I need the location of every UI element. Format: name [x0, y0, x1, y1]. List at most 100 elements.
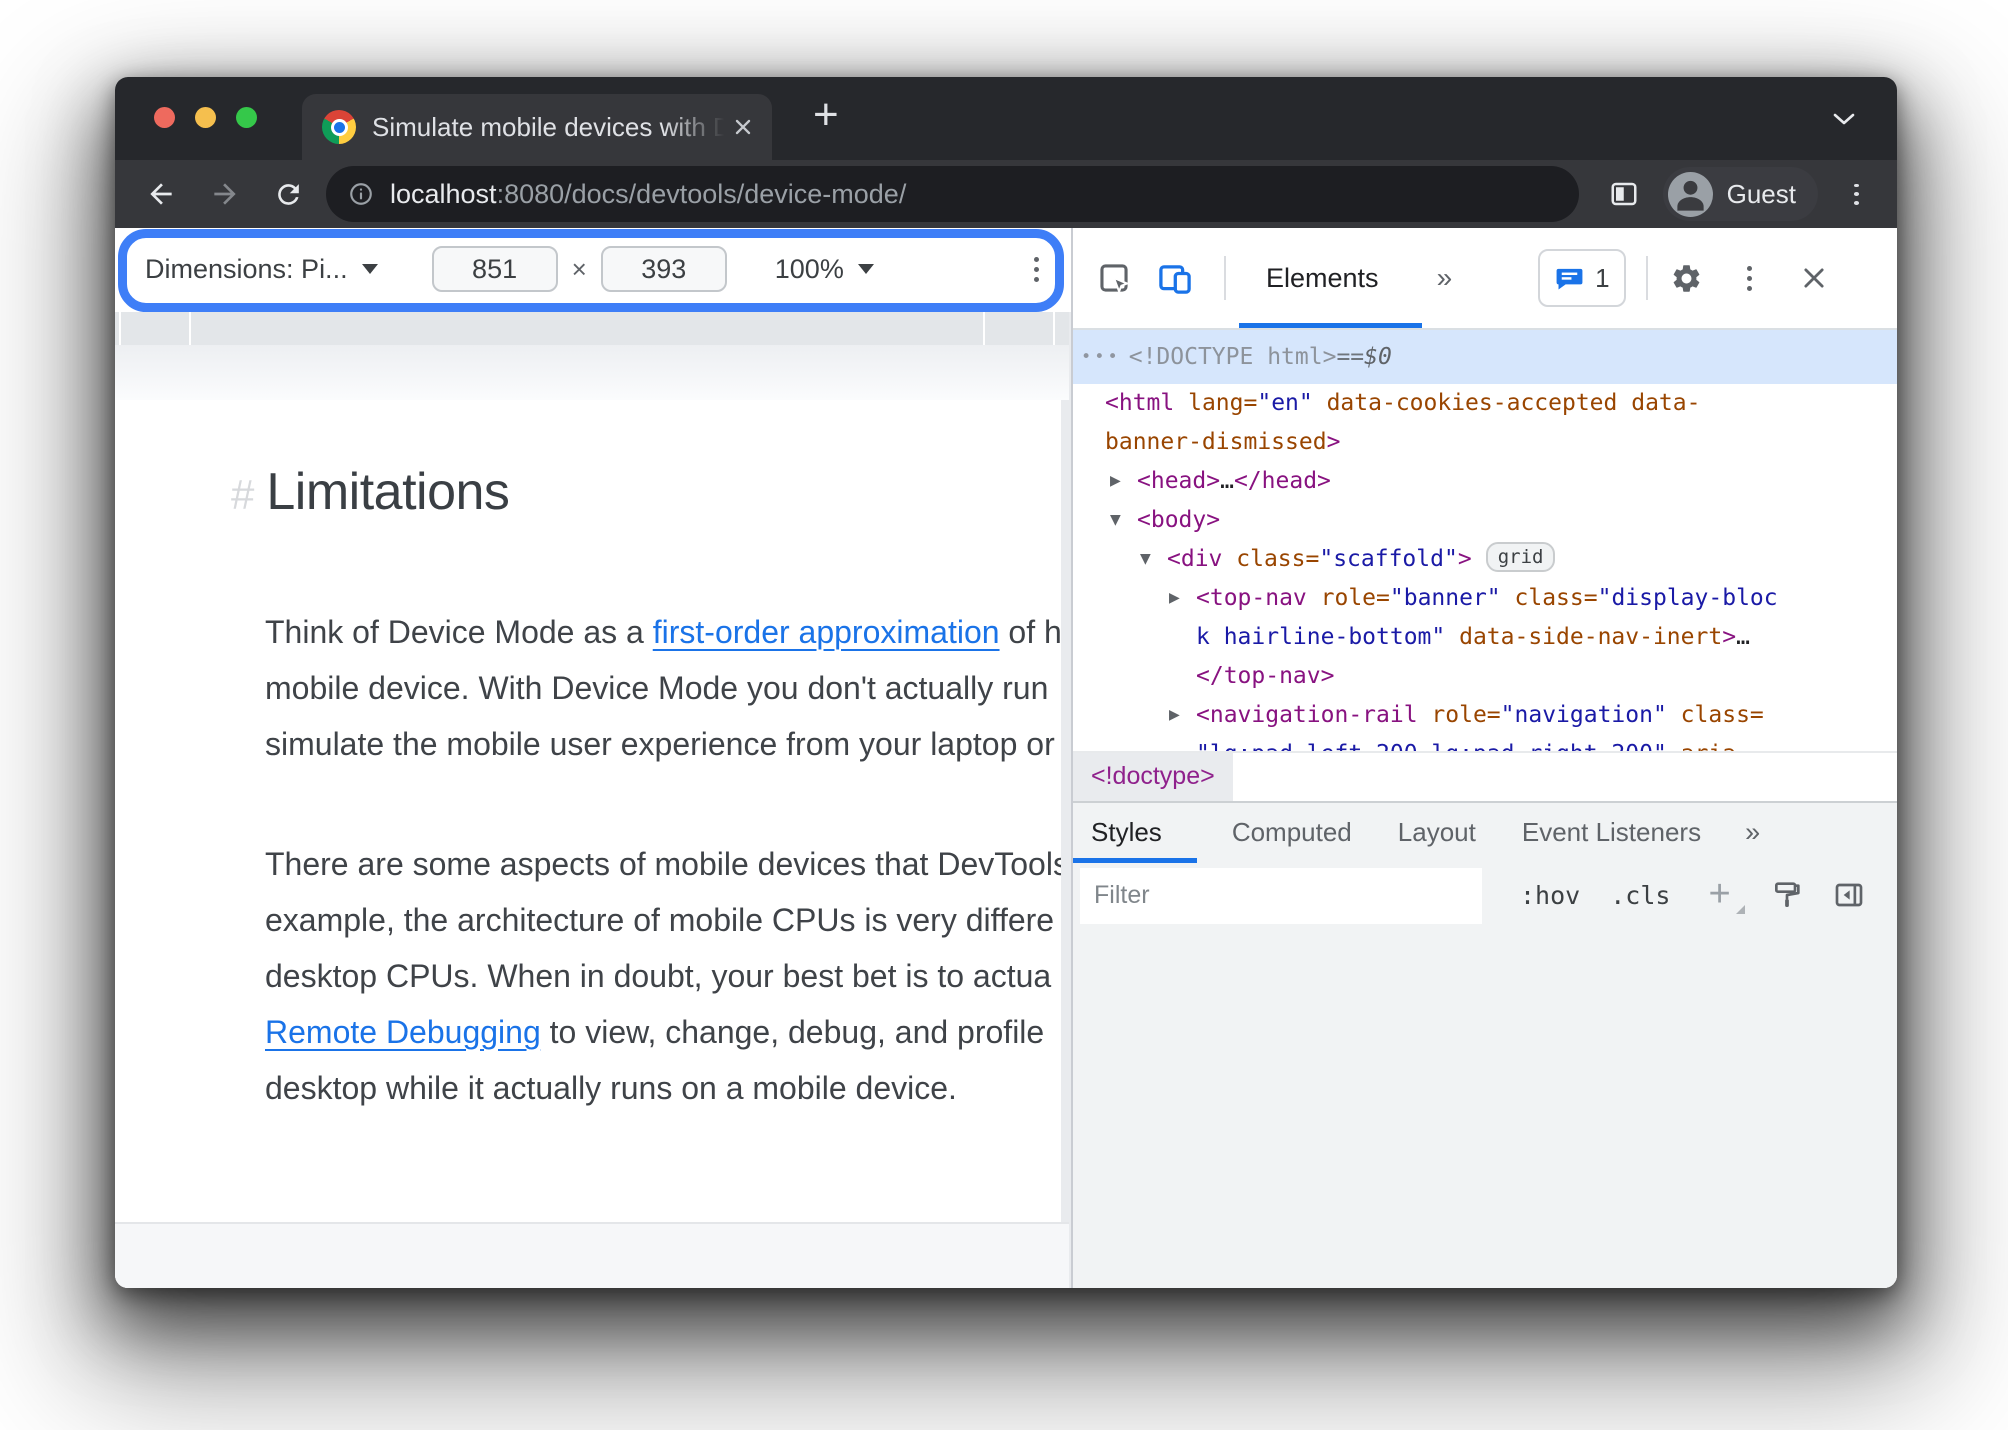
paragraph-line: desktop while it actually runs on a mobi… — [265, 1070, 957, 1106]
reload-icon[interactable] — [273, 179, 304, 210]
back-icon[interactable] — [145, 178, 177, 210]
zoom-dropdown[interactable]: 100% — [775, 254, 844, 285]
dimensions-dropdown[interactable]: Dimensions: Pi... — [145, 254, 348, 285]
new-tab-button[interactable]: + — [813, 93, 839, 137]
device-toolbar-menu-icon[interactable] — [1034, 256, 1039, 282]
breadcrumb-item[interactable]: <!doctype> — [1073, 752, 1233, 801]
page-title: Limitations — [266, 463, 510, 521]
device-toolbar-toggle-icon[interactable] — [1157, 260, 1193, 296]
avatar — [1667, 171, 1713, 217]
breadcrumb: <!doctype> — [1073, 750, 1897, 801]
device-ruler — [115, 312, 1069, 345]
grid-badge[interactable]: grid — [1485, 542, 1556, 572]
paragraph-line: There are some aspects of mobile devices… — [265, 846, 1061, 882]
dom-tree-line[interactable]: ▶ <top-nav role="banner" class="display-b… — [1073, 579, 1897, 618]
zoom-caret-icon[interactable] — [857, 264, 874, 274]
tab-event-listeners[interactable]: Event Listeners — [1522, 817, 1701, 848]
content-row: # Limitations Think of Device Mode as a … — [115, 228, 1897, 1288]
browser-toolbar: localhost:8080/docs/devtools/device-mode… — [115, 160, 1897, 228]
expand-arrow-icon[interactable]: ▶ — [1110, 462, 1121, 501]
page-heading-row: # Limitations — [231, 462, 510, 522]
address-bar[interactable]: localhost:8080/docs/devtools/device-mode… — [326, 166, 1579, 222]
chrome-favicon-icon — [322, 110, 356, 144]
dom-doctype-row[interactable]: ••• <!DOCTYPE html> == $0 — [1073, 330, 1897, 384]
more-sidebar-tabs-chevron[interactable]: » — [1745, 817, 1760, 848]
dom-tree-line[interactable]: ▶ <head>…</head> — [1073, 462, 1897, 501]
dimensions-caret-icon[interactable] — [361, 264, 378, 274]
dom-tree-line[interactable]: </top-nav> — [1073, 657, 1897, 696]
minimize-window-button[interactable] — [195, 107, 216, 128]
tab-close-icon[interactable] — [732, 116, 754, 138]
console-count: 1 — [1595, 262, 1610, 293]
canvas-below-page — [115, 1222, 1069, 1288]
devtools-toolbar: Elements » 1 — [1073, 228, 1897, 330]
paragraph-2: There are some aspects of mobile devices… — [265, 836, 1061, 1116]
profile-label: Guest — [1726, 178, 1796, 209]
tab-computed[interactable]: Computed — [1232, 817, 1352, 848]
browser-menu-icon[interactable] — [1846, 183, 1867, 205]
expand-arrow-icon[interactable]: ▶ — [1169, 579, 1180, 618]
close-window-button[interactable] — [154, 107, 175, 128]
toggle-class-button[interactable]: .cls — [1610, 868, 1670, 924]
canvas-gradient — [115, 345, 1069, 400]
dom-tree-line[interactable]: ▼ <div class="scaffold"> grid — [1073, 540, 1897, 579]
dimensions-separator: × — [571, 253, 587, 284]
heading-anchor-hash[interactable]: # — [231, 471, 254, 519]
browser-window: Simulate mobile devices with D + localho… — [115, 77, 1897, 1288]
dom-tree-line[interactable]: "lg:pad-left-200 lg:pad-right-200" aria- — [1073, 735, 1897, 751]
expand-arrow-icon[interactable]: ▼ — [1140, 540, 1151, 579]
screenshot-stage: Simulate mobile devices with D + localho… — [0, 0, 2008, 1430]
gear-icon[interactable] — [1670, 262, 1703, 295]
viewport-pane: # Limitations Think of Device Mode as a … — [115, 228, 1073, 1288]
paragraph-line: simulate the mobile user experience from… — [265, 726, 1055, 762]
dom-tree-lines: <html lang="en" data-cookies-accepted da… — [1073, 384, 1897, 751]
text-link[interactable]: Remote Debugging — [265, 1014, 541, 1050]
expand-arrow-icon[interactable]: ▶ — [1169, 696, 1180, 735]
toolbar-separator — [1645, 256, 1648, 300]
inspect-icon[interactable] — [1097, 261, 1131, 295]
tab-styles[interactable]: Styles — [1091, 817, 1162, 848]
paragraph-line: mobile device. With Device Mode you don'… — [265, 670, 1049, 706]
filter-input[interactable] — [1080, 867, 1482, 924]
info-icon[interactable] — [348, 181, 374, 207]
side-panel-icon[interactable] — [1609, 179, 1639, 209]
toggle-sidebar-icon[interactable] — [1833, 879, 1865, 911]
paragraph-line: Think of Device Mode as a first-order ap… — [265, 614, 1061, 650]
console-bubble-icon — [1556, 268, 1583, 289]
toggle-hover-button[interactable]: :hov — [1520, 868, 1580, 924]
dom-tree-line[interactable]: ▶ <navigation-rail role="navigation" clas… — [1073, 696, 1897, 735]
new-style-rule-button[interactable]: + — [1708, 868, 1745, 920]
devtools-menu-icon[interactable] — [1746, 265, 1752, 291]
tab-elements[interactable]: Elements — [1266, 263, 1379, 294]
traffic-lights — [154, 107, 257, 128]
canvas-right-strip — [1061, 312, 1071, 1288]
paint-roller-icon[interactable] — [1771, 879, 1803, 911]
text-link[interactable]: first-order approximation — [653, 614, 1000, 650]
device-width-input[interactable] — [431, 246, 558, 292]
url-text: localhost:8080/docs/devtools/device-mode… — [390, 179, 906, 210]
paragraph-line: Remote Debugging to view, change, debug,… — [265, 1014, 1045, 1050]
title-bar: Simulate mobile devices with D + — [115, 77, 1897, 160]
url-path: :8080/docs/devtools/device-mode/ — [496, 178, 907, 209]
browser-tab[interactable]: Simulate mobile devices with D — [302, 94, 772, 160]
forward-icon[interactable] — [209, 178, 241, 210]
device-height-input[interactable] — [600, 246, 727, 292]
paragraph-1: Think of Device Mode as a first-order ap… — [265, 604, 1061, 772]
devtools-panel: Elements » 1 ••• <!DOCTYPE html> == $0 <… — [1073, 228, 1897, 1288]
toolbar-separator — [1224, 256, 1226, 300]
paragraph-line: example, the architecture of mobile CPUs… — [265, 902, 1055, 938]
dom-tree-line[interactable]: ▼ <body> — [1073, 501, 1897, 540]
sidebar-tabs: Styles Computed Layout Event Listeners » — [1073, 800, 1897, 863]
expand-arrow-icon[interactable]: ▼ — [1110, 501, 1121, 540]
close-icon[interactable] — [1800, 264, 1828, 292]
dom-tree-line[interactable]: banner-dismissed> — [1073, 423, 1897, 462]
more-panels-chevron[interactable]: » — [1437, 262, 1453, 294]
device-toolbar: Dimensions: Pi... × 100% — [129, 240, 1053, 298]
console-messages-badge[interactable]: 1 — [1538, 249, 1626, 307]
chevron-down-icon[interactable] — [1831, 111, 1857, 128]
profile-chip[interactable]: Guest — [1662, 167, 1818, 221]
dom-tree-line[interactable]: k hairline-bottom" data-side-nav-inert>… — [1073, 618, 1897, 657]
zoom-window-button[interactable] — [236, 107, 257, 128]
tab-layout[interactable]: Layout — [1398, 817, 1476, 848]
dom-tree-line[interactable]: <html lang="en" data-cookies-accepted da… — [1073, 384, 1897, 423]
